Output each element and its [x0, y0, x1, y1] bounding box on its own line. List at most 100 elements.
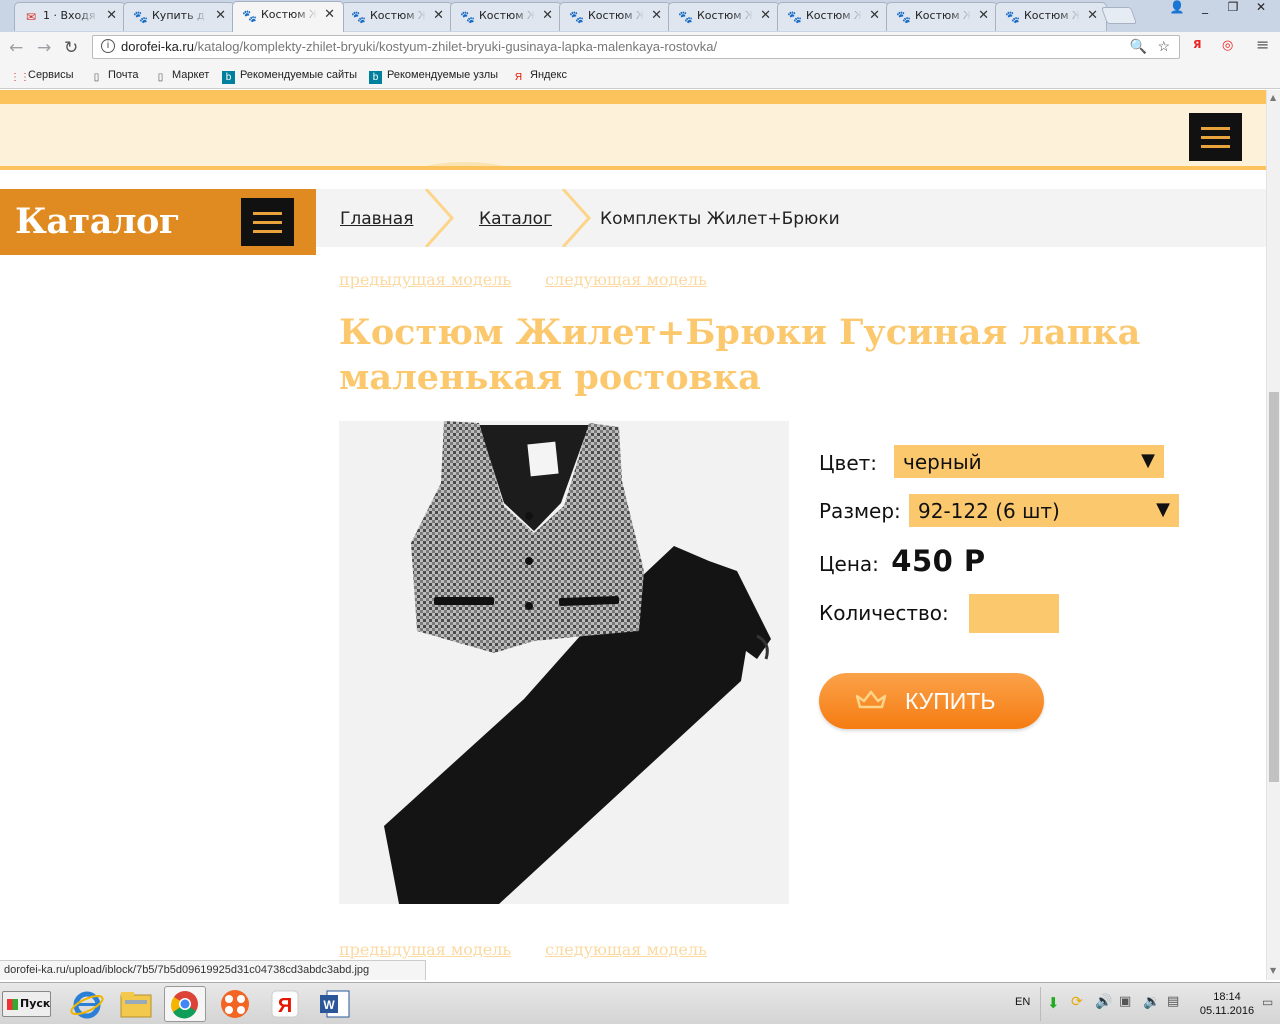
tab-close-icon[interactable]: ✕	[869, 8, 880, 23]
tab-close-icon[interactable]: ✕	[433, 8, 444, 23]
zoom-icon[interactable]: 🔍	[1130, 38, 1147, 55]
scroll-down-arrow-icon[interactable]: ▼	[1270, 966, 1276, 975]
prev-model-link[interactable]: предыдущая модель	[339, 270, 511, 289]
gmail-icon: ✉	[25, 10, 37, 24]
reload-icon[interactable]: ↻	[64, 38, 78, 58]
site-info-icon[interactable]: i	[101, 39, 115, 53]
tab-close-icon[interactable]: ✕	[1087, 8, 1098, 23]
volume-icon[interactable]: 🔉	[1143, 994, 1160, 1010]
prev-model-link[interactable]: предыдущая модель	[339, 940, 511, 959]
page-viewport: Каталог Главная Каталог Комплекты Жилет+…	[0, 90, 1266, 980]
url-path: /katalog/komplekty-zhilet-bryuki/kostyum…	[193, 39, 718, 54]
tab-title: Костюм Ж	[370, 9, 426, 22]
quantity-input[interactable]	[969, 594, 1059, 633]
browser-tab[interactable]: 🐾 Костюм Ж ✕	[886, 2, 998, 31]
breadcrumb-home[interactable]: Главная	[340, 209, 413, 229]
browser-tab[interactable]: 🐾 Костюм Ж ✕	[232, 1, 344, 32]
tab-title: Костюм Ж	[1024, 9, 1080, 22]
restore-button[interactable]: ❐	[1222, 0, 1244, 18]
back-arrow-icon[interactable]: ←	[9, 38, 23, 58]
bing-icon: b	[369, 71, 382, 84]
bookmark-item[interactable]: ▯ Почта	[90, 69, 139, 84]
taskbar-chrome-button[interactable]	[164, 986, 206, 1022]
taskbar-media-button[interactable]	[214, 986, 256, 1022]
user-profile-icon[interactable]: 👤	[1166, 0, 1188, 18]
taskbar-yandex-button[interactable]: Я	[264, 986, 306, 1022]
tab-title: Костюм Ж	[697, 9, 753, 22]
size-select-value: 92-122 (6 шт)	[918, 499, 1060, 523]
catalog-menu-burger-icon[interactable]	[241, 198, 294, 246]
bookmark-item[interactable]: ⋮⋮Сервисы	[10, 69, 74, 84]
target-extension-icon[interactable]: ◎	[1222, 38, 1233, 53]
dropdown-arrow-icon: ▼	[1156, 499, 1170, 520]
forward-arrow-icon[interactable]: →	[37, 38, 51, 58]
update-icon[interactable]: ⟳	[1071, 994, 1083, 1010]
ie-icon	[70, 991, 104, 1019]
color-select-value: черный	[903, 450, 982, 474]
clock-time: 18:14	[1213, 991, 1241, 1003]
display-icon[interactable]: ▤	[1167, 994, 1179, 1009]
scroll-thumb[interactable]	[1269, 392, 1279, 782]
tab-close-icon[interactable]: ✕	[651, 8, 662, 23]
minimize-button[interactable]: _	[1194, 0, 1216, 18]
product-photo[interactable]	[339, 421, 789, 904]
show-desktop-icon[interactable]: ▭	[1262, 995, 1273, 1009]
breadcrumb-chevron-icon	[561, 189, 591, 247]
taskbar-ie-button[interactable]	[66, 986, 108, 1022]
keyboard-language[interactable]: EN	[1015, 996, 1030, 1008]
download-arrow-icon[interactable]: ⬇	[1047, 994, 1060, 1012]
bookmark-star-icon[interactable]: ☆	[1157, 38, 1170, 55]
tab-close-icon[interactable]: ✕	[760, 8, 771, 23]
browser-tab[interactable]: 🐾 Костюм Ж ✕	[341, 2, 453, 31]
address-bar[interactable]: i dorofei-ka.ru/katalog/komplekty-zhilet…	[92, 35, 1180, 59]
tab-close-icon[interactable]: ✕	[106, 8, 117, 23]
model-navigation-bottom: предыдущая модель следующая модель	[339, 940, 741, 959]
taskbar-word-button[interactable]: W	[314, 986, 356, 1022]
network-icon[interactable]: ▣	[1119, 994, 1131, 1009]
breadcrumb-catalog[interactable]: Каталог	[479, 209, 552, 229]
yandex-icon: Я	[514, 72, 523, 83]
size-select[interactable]: 92-122 (6 шт) ▼	[909, 494, 1179, 527]
bookmark-item[interactable]: ▯ Маркет	[154, 69, 210, 84]
browser-tab[interactable]: 🐾 Костюм Ж ✕	[559, 2, 671, 31]
tab-title: Костюм Ж	[806, 9, 862, 22]
bookmark-item[interactable]: b Рекомендуемые узлы	[369, 69, 498, 84]
bookmark-item[interactable]: Я Яндекс	[512, 69, 567, 84]
tab-close-icon[interactable]: ✕	[215, 8, 226, 23]
yandex-extension-icon[interactable]: Я	[1193, 38, 1201, 51]
browser-tab[interactable]: 🐾 Костюм Ж ✕	[450, 2, 562, 31]
apps-grid-icon: ⋮⋮	[10, 72, 30, 83]
scroll-up-arrow-icon[interactable]: ▲	[1270, 93, 1276, 102]
chrome-menu-icon[interactable]: ≡	[1256, 35, 1269, 54]
browser-tab[interactable]: 🐾 Костюм Ж ✕	[995, 2, 1107, 31]
tab-close-icon[interactable]: ✕	[324, 7, 335, 22]
svg-text:Я: Я	[278, 995, 292, 1017]
breadcrumb-chevron-icon	[424, 189, 454, 247]
model-navigation-top: предыдущая модель следующая модель	[339, 270, 741, 289]
system-clock[interactable]: 18:14 05.11.2016	[1196, 990, 1258, 1018]
browser-tab[interactable]: 🐾 Костюм Ж ✕	[777, 2, 889, 31]
catalog-title: Каталог	[15, 201, 180, 242]
page-icon: ▯	[93, 72, 100, 83]
browser-tab[interactable]: 🐾 Купить д ✕	[123, 2, 235, 31]
bookmark-item[interactable]: b Рекомендуемые сайты	[222, 69, 357, 84]
browser-tab[interactable]: 🐾 Костюм Ж ✕	[668, 2, 780, 31]
main-menu-burger-icon[interactable]	[1189, 113, 1242, 161]
new-tab-button[interactable]	[1100, 7, 1138, 24]
tab-close-icon[interactable]: ✕	[978, 8, 989, 23]
paw-icon: 🐾	[569, 10, 584, 24]
color-select[interactable]: черный ▼	[894, 445, 1164, 478]
start-button[interactable]: Пуск	[2, 991, 51, 1017]
taskbar-files-button[interactable]	[115, 986, 157, 1022]
tab-title: Костюм Ж	[479, 9, 535, 22]
close-window-button[interactable]: ✕	[1250, 0, 1272, 18]
price-label: Цена:	[819, 552, 879, 576]
next-model-link[interactable]: следующая модель	[545, 270, 707, 289]
tab-close-icon[interactable]: ✕	[542, 8, 553, 23]
browser-tab[interactable]: ✉ 1 · Входя ✕	[14, 2, 126, 31]
page-scrollbar[interactable]: ▲ ▼	[1266, 90, 1280, 980]
next-model-link[interactable]: следующая модель	[545, 940, 707, 959]
buy-button[interactable]: КУПИТЬ	[819, 673, 1044, 729]
bookmark-label: Маркет	[172, 69, 210, 81]
speaker-icon[interactable]: 🔊	[1095, 994, 1112, 1010]
